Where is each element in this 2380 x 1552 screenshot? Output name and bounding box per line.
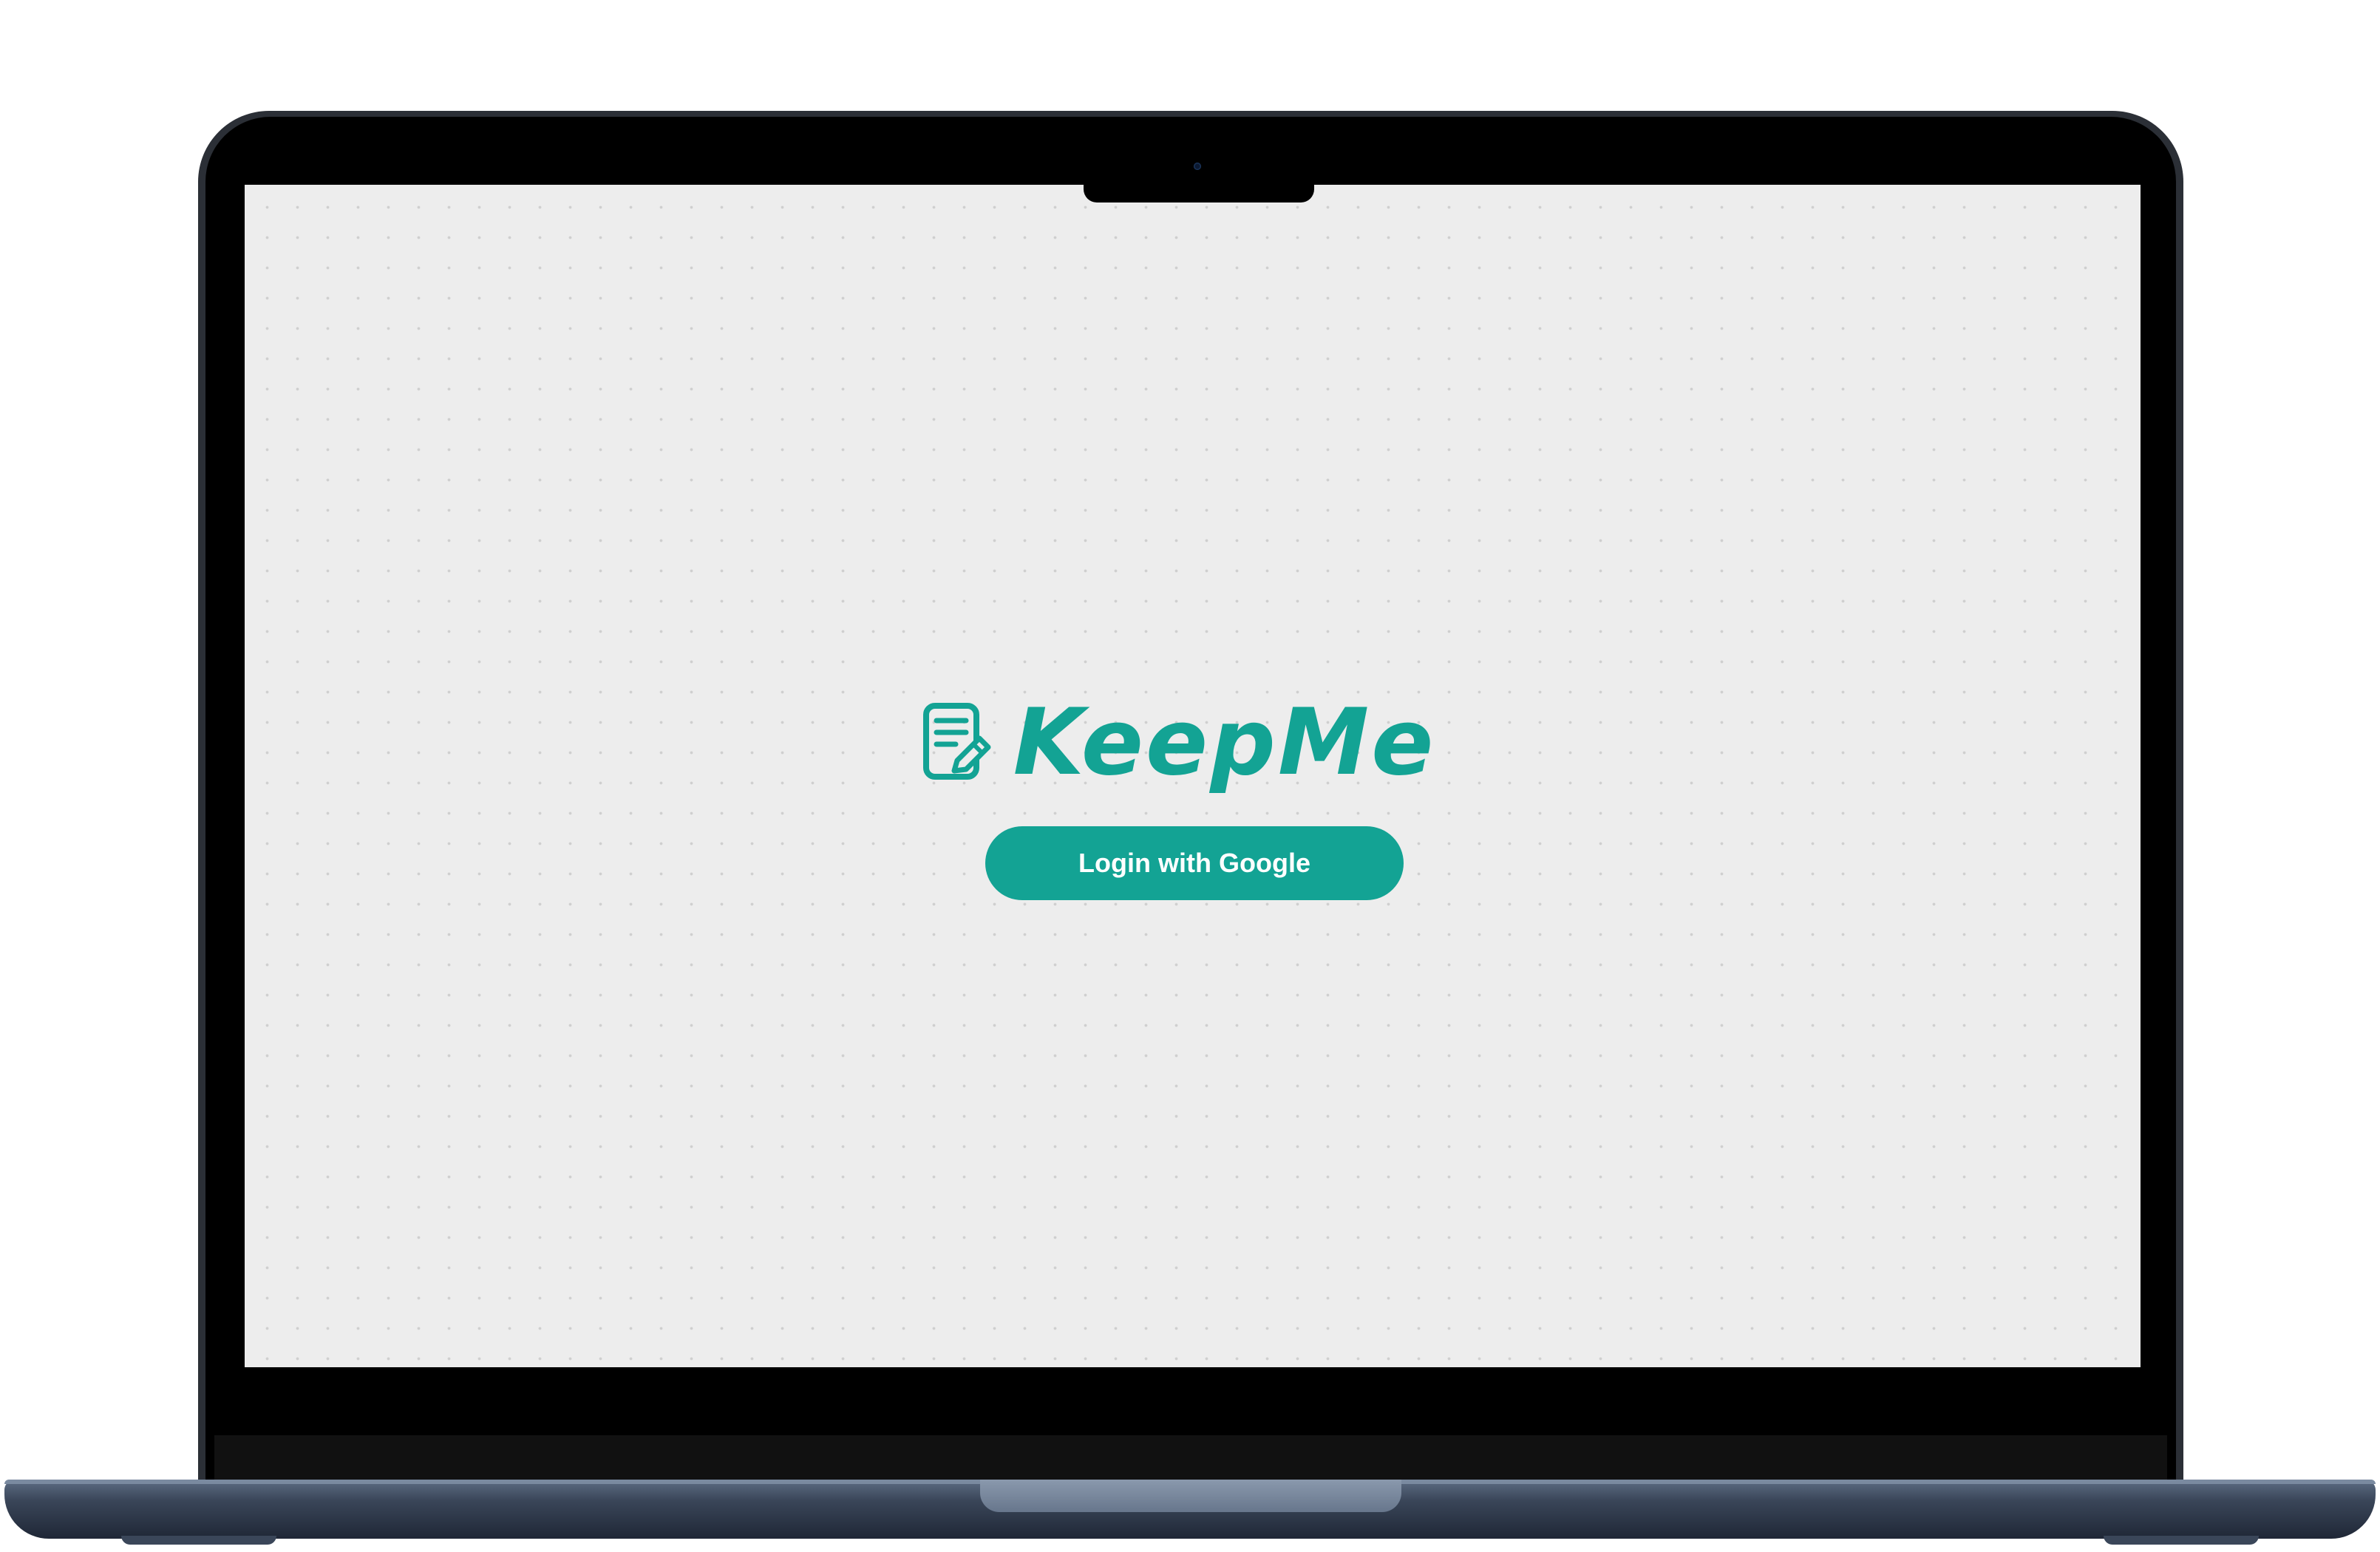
camera-icon <box>1194 163 1201 170</box>
laptop-foot-right <box>2104 1536 2259 1545</box>
login-with-google-button[interactable]: Login with Google <box>985 826 1404 900</box>
laptop-mockup: KeepMe Login with Google <box>0 0 2380 1552</box>
trackpad-notch <box>980 1480 1401 1512</box>
app-brand: KeepMe <box>245 687 2141 798</box>
app-title: KeepMe <box>1013 690 1436 796</box>
app-screen: KeepMe Login with Google <box>245 185 2141 1367</box>
camera-notch <box>1084 117 1314 202</box>
note-edit-icon <box>922 703 991 780</box>
laptop-foot-left <box>121 1536 276 1545</box>
